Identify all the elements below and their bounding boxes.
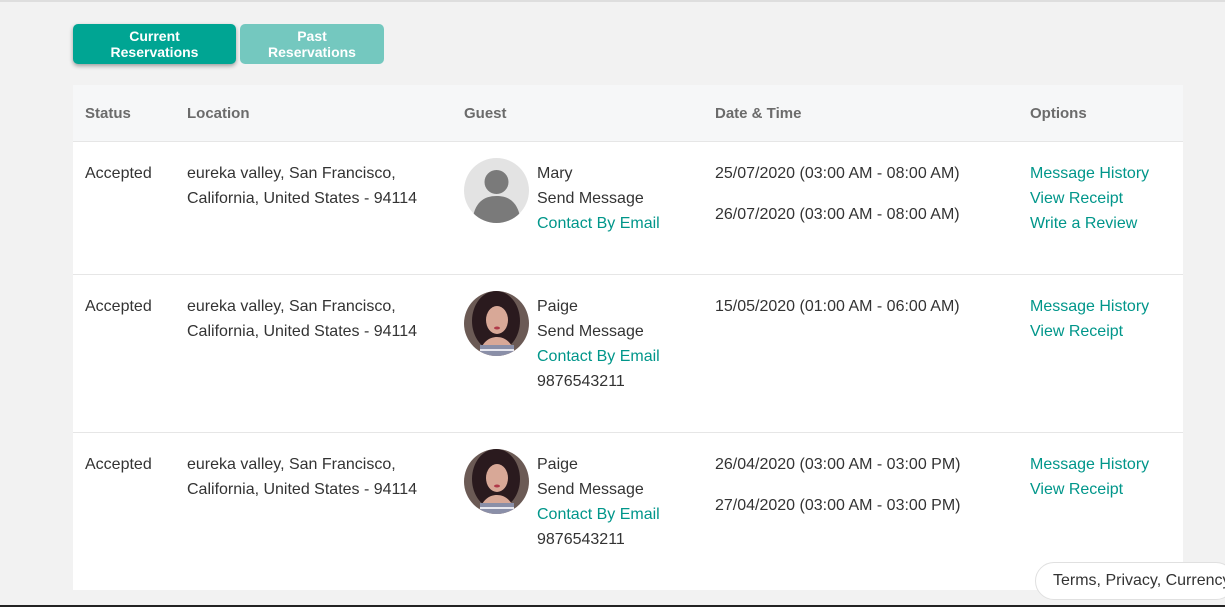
guest-phone: 9876543211: [537, 531, 625, 548]
reservations-table: Status Location Guest Date & Time Option…: [73, 85, 1183, 590]
tab-current-reservations[interactable]: Current Reservations: [73, 24, 236, 64]
table-row: Accepted eureka valley, San Francisco, C…: [73, 142, 1183, 275]
status-text: Accepted: [85, 298, 152, 315]
contact-by-email-link[interactable]: Contact By Email: [537, 211, 660, 236]
row-options: Message History View Receipt Write a Rev…: [1030, 161, 1149, 236]
guest-info: Paige Send Message Contact By Email 9876…: [537, 452, 660, 552]
top-divider: [0, 0, 1225, 2]
footer-label: Terms, Privacy, Currency & More: [1053, 572, 1225, 589]
date-range: 27/04/2020 (03:00 AM - 03:00 PM): [715, 497, 961, 514]
table-row: Accepted eureka valley, San Francisco, C…: [73, 275, 1183, 433]
table-row: Accepted eureka valley, San Francisco, C…: [73, 433, 1183, 590]
row-options: Message History View Receipt: [1030, 452, 1149, 502]
write-review-link[interactable]: Write a Review: [1030, 211, 1149, 236]
reservation-dates: 15/05/2020 (01:00 AM - 06:00 AM): [715, 294, 960, 319]
column-header-options: Options: [1030, 105, 1087, 122]
view-receipt-link[interactable]: View Receipt: [1030, 319, 1149, 344]
date-range: 15/05/2020 (01:00 AM - 06:00 AM): [715, 298, 960, 315]
reservation-dates: 25/07/2020 (03:00 AM - 08:00 AM) 26/07/2…: [715, 161, 960, 227]
reservation-tabs: Current Reservations Past Reservations: [73, 24, 384, 64]
send-message-link[interactable]: Send Message: [537, 477, 660, 502]
send-message-link[interactable]: Send Message: [537, 186, 660, 211]
table-header: Status Location Guest Date & Time Option…: [73, 85, 1183, 142]
guest-info: Mary Send Message Contact By Email: [537, 161, 660, 236]
location-text: eureka valley, San Francisco, California…: [187, 165, 418, 207]
contact-by-email-link[interactable]: Contact By Email: [537, 502, 660, 527]
status-text: Accepted: [85, 165, 152, 182]
message-history-link[interactable]: Message History: [1030, 161, 1149, 186]
row-options: Message History View Receipt: [1030, 294, 1149, 344]
location-text: eureka valley, San Francisco, California…: [187, 298, 418, 340]
guest-name: Paige: [537, 298, 578, 315]
guest-info: Paige Send Message Contact By Email 9876…: [537, 294, 660, 394]
guest-name: Paige: [537, 456, 578, 473]
send-message-link[interactable]: Send Message: [537, 319, 660, 344]
column-header-status: Status: [85, 105, 131, 122]
location-text: eureka valley, San Francisco, California…: [187, 456, 418, 498]
guest-photo-avatar: [464, 291, 529, 356]
view-receipt-link[interactable]: View Receipt: [1030, 477, 1149, 502]
view-receipt-link[interactable]: View Receipt: [1030, 186, 1149, 211]
date-range: 26/04/2020 (03:00 AM - 03:00 PM): [715, 456, 961, 473]
contact-by-email-link[interactable]: Contact By Email: [537, 344, 660, 369]
date-range: 26/07/2020 (03:00 AM - 08:00 AM): [715, 206, 960, 223]
guest-phone: 9876543211: [537, 373, 625, 390]
status-text: Accepted: [85, 456, 152, 473]
tab-past-reservations[interactable]: Past Reservations: [240, 24, 384, 64]
guest-photo-avatar: [464, 449, 529, 514]
column-header-datetime: Date & Time: [715, 105, 802, 122]
reservation-dates: 26/04/2020 (03:00 AM - 03:00 PM) 27/04/2…: [715, 452, 960, 518]
default-avatar: [464, 158, 529, 223]
column-header-guest: Guest: [464, 105, 507, 122]
guest-name: Mary: [537, 165, 573, 182]
message-history-link[interactable]: Message History: [1030, 452, 1149, 477]
message-history-link[interactable]: Message History: [1030, 294, 1149, 319]
footer-links-button[interactable]: Terms, Privacy, Currency & More: [1035, 562, 1225, 600]
date-range: 25/07/2020 (03:00 AM - 08:00 AM): [715, 165, 960, 182]
column-header-location: Location: [187, 105, 250, 122]
